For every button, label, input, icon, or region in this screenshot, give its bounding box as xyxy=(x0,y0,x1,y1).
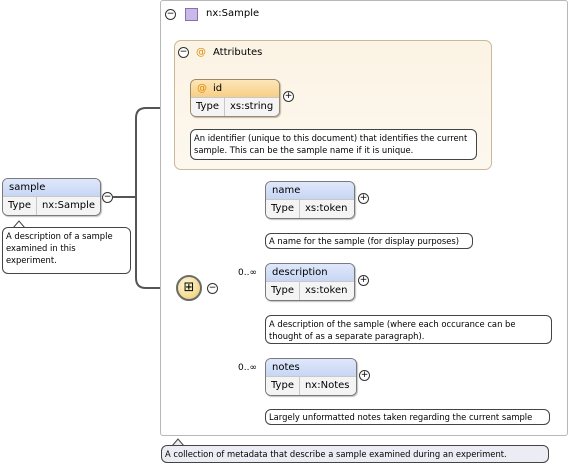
element-name-doc: A name for the sample (for display purpo… xyxy=(265,233,473,249)
element-notes-expand-button[interactable]: + xyxy=(359,370,370,381)
attribute-at-icon: @ xyxy=(197,83,207,94)
attributes-label: Attributes xyxy=(213,47,263,58)
attributes-at-icon: @ xyxy=(196,47,206,58)
element-notes-occurrence: 0..∞ xyxy=(238,363,257,373)
attribute-type-value: xs:string xyxy=(229,101,274,112)
element-sample-doc: A description of a sample examined in th… xyxy=(2,227,131,274)
element-name-title: name xyxy=(266,182,354,199)
element-description-title: description xyxy=(266,264,354,281)
type-collapse-button[interactable]: − xyxy=(165,9,176,20)
element-notes-doc: Largely unformatted notes taken regardin… xyxy=(265,409,550,425)
element-description-type-value: xs:token xyxy=(304,285,348,296)
complex-type-title: nx:Sample xyxy=(206,8,260,19)
element-name-type-label: Type xyxy=(266,200,300,218)
element-notes-title: notes xyxy=(266,359,356,376)
element-description-expand-button[interactable]: + xyxy=(358,275,369,286)
element-sample[interactable]: sample Type nx:Sample xyxy=(2,178,101,216)
attribute-id-expand-button[interactable]: + xyxy=(283,91,294,102)
element-notes[interactable]: notes Type nx:Notes xyxy=(265,358,357,396)
attribute-id-doc: An identifier (unique to this document) … xyxy=(190,129,477,160)
element-sample-name: sample xyxy=(3,179,100,196)
element-name[interactable]: name Type xs:token xyxy=(265,181,355,219)
attribute-type-label: Type xyxy=(191,98,225,116)
element-description-occurrence: 0..∞ xyxy=(238,268,257,278)
complex-type-doc: A collection of metadata that describe a… xyxy=(161,445,549,463)
element-notes-type-label: Type xyxy=(266,377,300,395)
element-description-doc: A description of the sample (where each … xyxy=(265,315,552,344)
element-sample-collapse-button[interactable]: − xyxy=(102,192,113,203)
attribute-id[interactable]: @ id Type xs:string xyxy=(190,79,280,117)
sequence-icon[interactable]: ⊞ xyxy=(176,275,202,301)
element-sample-type-label: Type xyxy=(3,197,37,215)
element-sample-type-value: nx:Sample xyxy=(41,200,96,211)
sequence-collapse-button[interactable]: − xyxy=(207,283,218,294)
complex-type-icon xyxy=(185,8,198,21)
element-description-type-label: Type xyxy=(266,282,300,300)
attributes-collapse-button[interactable]: − xyxy=(178,47,189,58)
element-description[interactable]: description Type xs:token xyxy=(265,263,355,301)
attribute-name: id xyxy=(213,83,223,94)
element-notes-type-value: nx:Notes xyxy=(304,380,350,391)
element-name-expand-button[interactable]: + xyxy=(358,193,369,204)
element-name-type-value: xs:token xyxy=(304,203,348,214)
